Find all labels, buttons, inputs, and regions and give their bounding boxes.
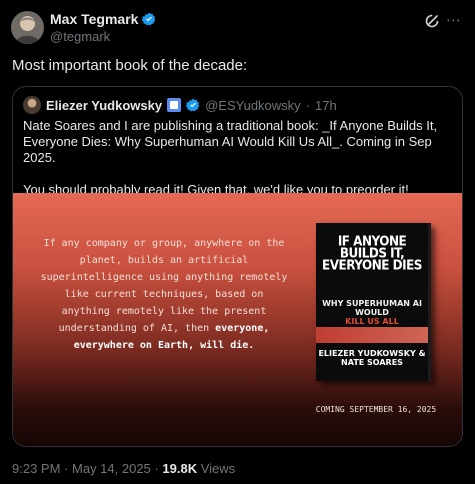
quoted-tweet[interactable]: Eliezer Yudkowsky @ESYudkowsky · 17h Nat… [12,86,463,447]
verified-badge-icon [186,98,200,112]
book-cover: IF ANYONE BUILDS IT, EVERYONE DIES WHY S… [316,223,431,381]
book-subtitle-a: WHY SUPERHUMAN AI WOULD [322,299,422,317]
author-handle[interactable]: @tegmark [50,29,110,44]
quoted-author-name[interactable]: Eliezer Yudkowsky [46,98,162,113]
tweet-text: Most important book of the decade: [12,57,248,74]
book-subtitle: WHY SUPERHUMAN AI WOULD KILL US ALL [316,299,428,326]
quoted-avatar[interactable] [23,96,41,114]
quoted-header: Eliezer Yudkowsky @ESYudkowsky · 17h [23,96,337,114]
book-red-band [316,327,428,343]
post-time[interactable]: 9:23 PM [12,461,60,476]
grok-icon[interactable] [424,13,440,29]
views-label: Views [200,461,236,476]
author-name[interactable]: Max Tegmark [50,11,156,27]
post-date[interactable]: May 14, 2025 [72,461,151,476]
quoted-text-line1: Nate Soares and I are publishing a tradi… [23,118,438,165]
image-quote-plain: If any company or group, anywhere on the… [40,238,288,334]
release-date: COMING SEPTEMBER 16, 2025 [315,405,437,414]
meta-dot-1: · [64,461,69,476]
book-subtitle-b: KILL US ALL [345,317,399,326]
tweet-meta: 9:23 PM · May 14, 2025 · 19.8K Views [12,461,235,476]
book-title: IF ANYONE BUILDS IT, EVERYONE DIES [322,233,422,273]
quoted-time[interactable]: 17h [315,98,337,113]
quoted-separator: · [305,97,311,113]
affiliate-badge-icon [167,98,182,112]
meta-dot-2: · [154,461,159,476]
book-authors: ELIEZER YUDKOWSKY & NATE SOARES [318,349,426,367]
verified-badge-icon [142,12,156,26]
tweet: Max Tegmark @tegmark ⋯ Most important bo… [0,0,475,484]
author-avatar[interactable] [11,11,44,44]
quoted-image[interactable]: If any company or group, anywhere on the… [13,193,462,446]
image-quote: If any company or group, anywhere on the… [39,235,289,354]
quoted-author-handle[interactable]: @ESYudkowsky [205,98,301,113]
author-name-text[interactable]: Max Tegmark [50,11,138,27]
views-count[interactable]: 19.8K [162,461,197,476]
more-icon[interactable]: ⋯ [446,11,462,29]
